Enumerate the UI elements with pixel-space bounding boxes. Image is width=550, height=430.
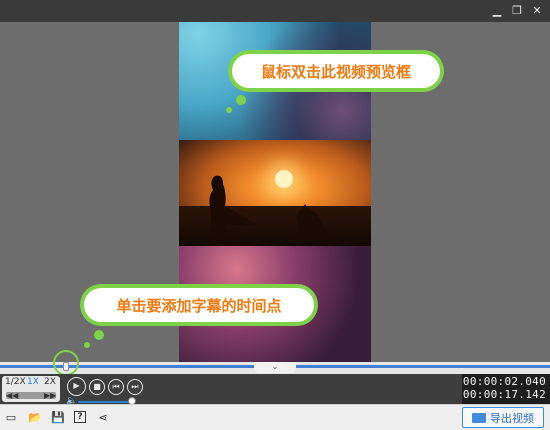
stop-button[interactable]: ■ [89, 379, 105, 395]
help-icon[interactable]: ? [74, 411, 86, 423]
export-icon [472, 412, 486, 423]
playhead-highlight-circle [53, 350, 79, 376]
close-icon[interactable]: ✕ [530, 4, 544, 18]
folder-icon[interactable]: 📂 [28, 411, 42, 425]
bubble-dot [226, 107, 232, 113]
speed-half-option[interactable]: 1/2X [5, 377, 26, 387]
play-button[interactable]: ▶ [67, 377, 86, 396]
video-preview-area[interactable]: 鼠标双击此视频预览框 单击要添加字幕的时间点 [0, 22, 550, 362]
preview-hint-bubble: 鼠标双击此视频预览框 [228, 50, 444, 92]
next-frame-button[interactable]: ⏭ [127, 379, 143, 395]
subtitle-hint-text: 单击要添加字幕的时间点 [116, 296, 282, 315]
title-bar: ▁ ❐ ✕ [0, 0, 550, 22]
subtitle-hint-bubble: 单击要添加字幕的时间点 [80, 284, 318, 326]
bottom-toolbar: ▭ 📂 💾 ? ⋖ 导出视频 [0, 404, 550, 430]
time-display: 00:00:02.040 00:00:17.142 [462, 374, 550, 404]
restore-icon[interactable]: ❐ [510, 4, 524, 18]
collapse-toggle-button[interactable]: ⌄ [254, 362, 296, 373]
subtitle-hint-inner: 单击要添加字幕的时间点 [84, 288, 314, 322]
fast-forward-icon[interactable]: ▶▶ [44, 391, 56, 400]
export-label: 导出视频 [490, 411, 534, 425]
app-window: ▁ ❐ ✕ 鼠标双击此视频预览框 单击要添加字幕的时间点 ⌄ 1/2X 1X 2… [0, 0, 550, 430]
bubble-dot [236, 95, 246, 105]
speed-control: 1/2X 1X 2X ◀◀ ▶▶ [2, 376, 60, 402]
save-icon[interactable]: 💾 [51, 411, 65, 425]
speed-1x-option[interactable]: 1X [27, 377, 39, 387]
minimize-icon[interactable]: ▁ [490, 4, 504, 18]
meditating-person-silhouette [209, 175, 329, 240]
export-video-button[interactable]: 导出视频 [462, 407, 544, 428]
speed-2x-option[interactable]: 2X [44, 377, 56, 387]
share-icon[interactable]: ⋖ [96, 411, 110, 425]
preview-hint-text: 鼠标双击此视频预览框 [260, 62, 411, 81]
bubble-dot [94, 330, 104, 340]
bubble-dot [84, 342, 90, 348]
subtitle-icon[interactable]: ▭ [4, 411, 18, 425]
volume-slider-track[interactable] [78, 401, 130, 403]
previous-frame-button[interactable]: ⏮ [108, 379, 124, 395]
current-time: 00:00:02.040 [462, 375, 546, 388]
preview-hint-inner: 鼠标双击此视频预览框 [232, 54, 440, 88]
total-time: 00:00:17.142 [462, 388, 546, 401]
video-frame-sunset [179, 140, 371, 246]
rewind-icon[interactable]: ◀◀ [6, 391, 18, 400]
